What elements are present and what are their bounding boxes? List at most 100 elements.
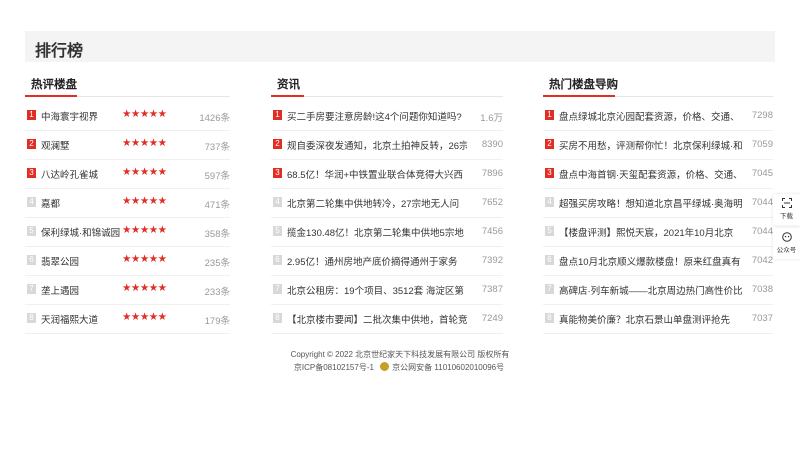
- list-item[interactable]: 4 北京第二轮集中供地转冷，27宗地无人问 7652: [271, 189, 503, 218]
- list-item[interactable]: 8 【北京楼市要闻】二批次集中供地，首轮竞 7249: [271, 305, 503, 334]
- view-count: 7059: [751, 139, 773, 150]
- item-name[interactable]: 保利绿城·和锦诚园: [41, 225, 120, 239]
- rating-stars: ★★★★★: [122, 253, 167, 265]
- item-title[interactable]: 【楼盘评测】熙悦天宸，2021年10月北京: [559, 225, 745, 239]
- item-name[interactable]: 八达岭孔雀城: [41, 167, 98, 181]
- rank-badge: 5: [27, 226, 36, 236]
- item-title[interactable]: 2.95亿！通州房地产底价摘得通州于家务: [287, 254, 467, 268]
- item-count: 233条: [204, 287, 230, 298]
- column-header: 热门楼盘导购: [543, 70, 773, 97]
- list-item[interactable]: 2 观澜墅 ★★★★★ 737条: [25, 131, 230, 160]
- rank-badge: 8: [27, 313, 36, 323]
- police-record-link[interactable]: 京公网安备 11010602010096号: [380, 362, 506, 372]
- list-item[interactable]: 1 中海寰宇视界 ★★★★★ 1426条: [25, 102, 230, 131]
- download-label: 下载: [780, 213, 793, 220]
- list-item[interactable]: 8 真能物美价廉？北京石景山单盘测评抢先 7037: [543, 305, 773, 334]
- list-item[interactable]: 1 盘点绿城北京沁园配套资源，价格、交通、 7298: [543, 102, 773, 131]
- list-item[interactable]: 5 揽金130.48亿！北京第二轮集中供地5宗地 7456: [271, 218, 503, 247]
- item-title[interactable]: 盘点10月北京顺义爆款楼盘！原来红盘真有: [559, 254, 745, 268]
- rank-badge: 1: [545, 110, 554, 120]
- item-title[interactable]: 真能物美价廉？北京石景山单盘测评抢先: [559, 312, 745, 326]
- list-item[interactable]: 3 八达岭孔雀城 ★★★★★ 597条: [25, 160, 230, 189]
- list-item[interactable]: 2 规自委深夜发通知，北京土拍神反转，26宗 8390: [271, 131, 503, 160]
- item-title[interactable]: 高碑店·列车新城——北京周边热门高性价比: [559, 283, 745, 297]
- item-name[interactable]: 翡翠公园: [41, 254, 79, 268]
- view-count: 7044: [751, 226, 773, 237]
- item-count: 471条: [204, 200, 230, 211]
- download-button[interactable]: 下载: [773, 194, 800, 225]
- item-title[interactable]: 买二手房要注意房龄!这4个问题你知道吗?: [287, 109, 467, 123]
- column-header: 热评楼盘: [25, 70, 230, 97]
- column-title: 热门楼盘导购: [549, 79, 618, 91]
- item-name[interactable]: 天润福熙大道: [41, 312, 98, 326]
- rank-badge: 3: [27, 168, 36, 178]
- rank-badge: 6: [27, 255, 36, 265]
- rank-badge: 7: [545, 284, 554, 294]
- rating-stars: ★★★★★: [122, 282, 167, 294]
- item-title[interactable]: 68.5亿！华润+中铁置业联合体竞得大兴西: [287, 167, 467, 181]
- list-item[interactable]: 7 北京公租房：19个项目、3512套 海淀区第 7387: [271, 276, 503, 305]
- item-title[interactable]: 超强买房攻略！想知道北京昌平绿城·奥海明: [559, 196, 745, 210]
- item-name[interactable]: 垄上遇园: [41, 283, 79, 297]
- buying-guide-column: 热门楼盘导购 1 盘点绿城北京沁园配套资源，价格、交通、 7298 2 买房不用愁，评…: [543, 70, 773, 334]
- wechat-account-button[interactable]: 公众号: [773, 228, 800, 259]
- list-item[interactable]: 5 【楼盘评测】熙悦天宸，2021年10月北京 7044: [543, 218, 773, 247]
- item-name[interactable]: 观澜墅: [41, 138, 70, 152]
- rank-badge: 3: [273, 168, 282, 178]
- item-title[interactable]: 揽金130.48亿！北京第二轮集中供地5宗地: [287, 225, 467, 239]
- item-name[interactable]: 嘉都: [41, 196, 60, 210]
- list-item[interactable]: 6 2.95亿！通州房地产底价摘得通州于家务 7392: [271, 247, 503, 276]
- list-item[interactable]: 6 盘点10月北京顺义爆款楼盘！原来红盘真有 7042: [543, 247, 773, 276]
- view-count: 7387: [481, 284, 503, 295]
- item-title[interactable]: 盘点中海首钢·天玺配套资源，价格、交通、: [559, 167, 745, 181]
- list-item[interactable]: 1 买二手房要注意房龄!这4个问题你知道吗? 1.6万: [271, 102, 503, 131]
- footer: Copyright © 2022 北京世纪家天下科技发展有限公司 版权所有 京I…: [0, 348, 800, 374]
- item-title[interactable]: 盘点绿城北京沁园配套资源，价格、交通、: [559, 109, 745, 123]
- item-title[interactable]: 北京第二轮集中供地转冷，27宗地无人问: [287, 196, 467, 210]
- rank-badge: 2: [545, 139, 554, 149]
- list-item[interactable]: 8 天润福熙大道 ★★★★★ 179条: [25, 305, 230, 334]
- rank-badge: 7: [273, 284, 282, 294]
- title-underline: [543, 95, 615, 97]
- icp-link[interactable]: 京ICP备08102157号-1: [294, 363, 374, 372]
- rank-badge: 1: [27, 110, 36, 120]
- rank-badge: 6: [273, 255, 282, 265]
- list-item[interactable]: 3 盘点中海首钢·天玺配套资源，价格、交通、 7045: [543, 160, 773, 189]
- rating-stars: ★★★★★: [122, 195, 167, 207]
- view-count: 7392: [481, 255, 503, 266]
- police-badge-icon: [380, 362, 390, 371]
- rank-badge: 2: [27, 139, 36, 149]
- view-count: 7045: [751, 168, 773, 179]
- item-count: 1426条: [199, 113, 230, 124]
- rating-stars: ★★★★★: [122, 108, 167, 120]
- hot-reviews-column: 热评楼盘 1 中海寰宇视界 ★★★★★ 1426条 2 观澜墅 ★★★★★ 737条 3 八达…: [25, 70, 230, 334]
- rank-badge: 5: [273, 226, 282, 236]
- item-title[interactable]: 【北京楼市要闻】二批次集中供地，首轮竞: [287, 312, 467, 326]
- rating-stars: ★★★★★: [122, 311, 167, 323]
- rank-badge: 2: [273, 139, 282, 149]
- rating-stars: ★★★★★: [122, 166, 167, 178]
- column-title: 热评楼盘: [31, 79, 77, 91]
- column-title: 资讯: [277, 79, 300, 91]
- list-item[interactable]: 2 买房不用愁，评测帮你忙！北京保利绿城·和 7059: [543, 131, 773, 160]
- item-name[interactable]: 中海寰宇视界: [41, 109, 98, 123]
- list-item[interactable]: 5 保利绿城·和锦诚园 ★★★★★ 358条: [25, 218, 230, 247]
- copyright-text: Copyright © 2022 北京世纪家天下科技发展有限公司 版权所有: [290, 350, 510, 359]
- scan-icon: [781, 198, 792, 208]
- list-item[interactable]: 6 翡翠公园 ★★★★★ 235条: [25, 247, 230, 276]
- list-item[interactable]: 7 垄上遇园 ★★★★★ 233条: [25, 276, 230, 305]
- list-item[interactable]: 3 68.5亿！华润+中铁置业联合体竞得大兴西 7896: [271, 160, 503, 189]
- rank-badge: 5: [545, 226, 554, 236]
- rank-badge: 8: [545, 313, 554, 323]
- list-item[interactable]: 4 嘉都 ★★★★★ 471条: [25, 189, 230, 218]
- view-count: 7298: [751, 110, 773, 121]
- item-title[interactable]: 买房不用愁，评测帮你忙！北京保利绿城·和: [559, 138, 745, 152]
- view-count: 1.6万: [480, 113, 503, 124]
- list-item[interactable]: 4 超强买房攻略！想知道北京昌平绿城·奥海明 7044: [543, 189, 773, 218]
- rank-badge: 6: [545, 255, 554, 265]
- view-count: 7249: [481, 313, 503, 324]
- view-count: 7896: [481, 168, 503, 179]
- list-item[interactable]: 7 高碑店·列车新城——北京周边热门高性价比 7038: [543, 276, 773, 305]
- item-title[interactable]: 规自委深夜发通知，北京土拍神反转，26宗: [287, 138, 467, 152]
- item-title[interactable]: 北京公租房：19个项目、3512套 海淀区第: [287, 283, 467, 297]
